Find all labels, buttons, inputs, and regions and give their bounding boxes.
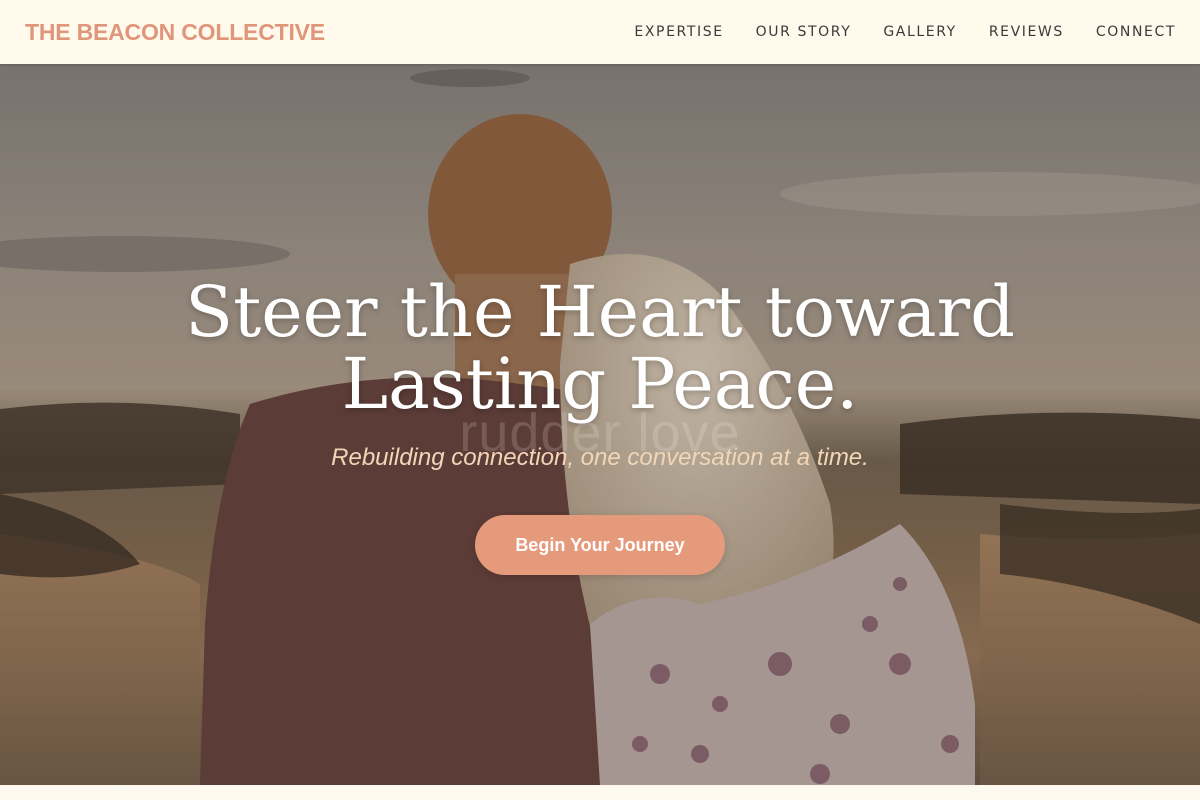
nav-expertise[interactable]: EXPERTISE [634, 24, 723, 40]
nav-our-story[interactable]: OUR STORY [756, 24, 852, 40]
headline-line-1: Steer the Heart toward [185, 271, 1015, 353]
brand-logo[interactable]: THE BEACON COLLECTIVE [25, 19, 325, 46]
nav-reviews[interactable]: REVIEWS [989, 24, 1064, 40]
page-bottom-strip [0, 785, 1200, 800]
hero-headline: Steer the Heart toward Lasting Peace. [0, 276, 1200, 420]
begin-journey-button[interactable]: Begin Your Journey [475, 515, 725, 575]
hero-subheadline: Rebuilding connection, one conversation … [331, 444, 869, 471]
nav-gallery[interactable]: GALLERY [883, 24, 956, 40]
main-nav: EXPERTISE OUR STORY GALLERY REVIEWS CONN… [634, 24, 1176, 40]
nav-connect[interactable]: CONNECT [1096, 24, 1176, 40]
site-header: THE BEACON COLLECTIVE EXPERTISE OUR STOR… [0, 0, 1200, 64]
headline-line-2: Lasting Peace. [341, 343, 859, 425]
